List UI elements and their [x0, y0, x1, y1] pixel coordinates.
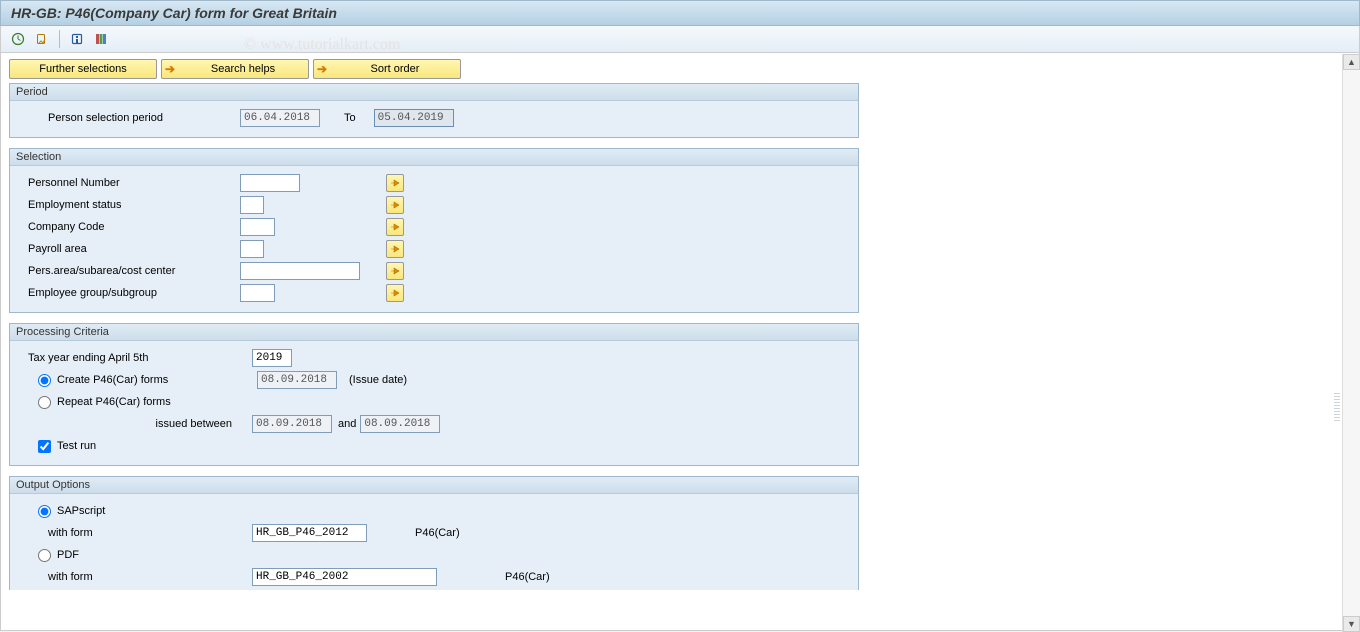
test-run-label: Test run: [57, 440, 96, 452]
period-heading: Period: [10, 84, 858, 101]
personnel-number-label: Personnel Number: [20, 177, 240, 189]
issue-date-label: (Issue date): [349, 374, 407, 386]
and-label: and: [338, 418, 356, 430]
processing-heading: Processing Criteria: [10, 324, 858, 341]
company-code-input[interactable]: [240, 218, 275, 236]
vertical-scrollbar[interactable]: ▲ ▼: [1342, 54, 1360, 632]
company-code-label: Company Code: [20, 221, 240, 233]
employee-group-label: Employee group/subgroup: [20, 287, 240, 299]
pers-area-label: Pers.area/subarea/cost center: [20, 265, 240, 277]
pdf-form-input[interactable]: [252, 568, 437, 586]
variant-icon[interactable]: [33, 30, 51, 48]
employment-status-input[interactable]: [240, 196, 264, 214]
repeat-p46-radio[interactable]: [38, 396, 51, 409]
sapscript-radio[interactable]: [38, 505, 51, 518]
issued-from-input[interactable]: [252, 415, 332, 433]
scroll-down-icon[interactable]: ▼: [1343, 616, 1360, 632]
option-buttons-row: Further selections ➔ Search helps ➔ Sort…: [9, 59, 1351, 79]
arrow-right-icon: ➔: [162, 62, 178, 76]
repeat-p46-label: Repeat P46(Car) forms: [57, 396, 171, 408]
issued-to-input[interactable]: [360, 415, 440, 433]
sort-order-button[interactable]: ➔ Sort order: [313, 59, 461, 79]
sapscript-form-input[interactable]: [252, 524, 367, 542]
sapscript-desc: P46(Car): [415, 527, 460, 539]
tax-year-label: Tax year ending April 5th: [20, 352, 240, 364]
payroll-area-input[interactable]: [240, 240, 264, 258]
person-selection-label: Person selection period: [20, 112, 240, 124]
period-to-label: To: [344, 112, 356, 124]
multi-select-button[interactable]: [386, 240, 404, 258]
output-heading: Output Options: [10, 477, 858, 494]
pdf-desc: P46(Car): [505, 571, 550, 583]
multi-select-button[interactable]: [386, 196, 404, 214]
personnel-number-input[interactable]: [240, 174, 300, 192]
employment-status-label: Employment status: [20, 199, 240, 211]
selection-group: Selection Personnel Number Employment st…: [9, 148, 859, 313]
arrow-right-icon: ➔: [314, 62, 330, 76]
test-run-checkbox[interactable]: [38, 440, 51, 453]
processing-group: Processing Criteria Tax year ending Apri…: [9, 323, 859, 466]
scroll-grip-icon[interactable]: [1334, 393, 1340, 423]
period-from-input[interactable]: [240, 109, 320, 127]
output-group: Output Options SAPscript with form P46(C…: [9, 476, 859, 590]
pdf-radio[interactable]: [38, 549, 51, 562]
search-helps-button[interactable]: ➔ Search helps: [161, 59, 309, 79]
multi-select-button[interactable]: [386, 174, 404, 192]
multi-select-button[interactable]: [386, 262, 404, 280]
issued-between-label: issued between: [140, 418, 240, 430]
scroll-up-icon[interactable]: ▲: [1343, 54, 1360, 70]
title-bar: HR-GB: P46(Company Car) form for Great B…: [0, 0, 1360, 26]
create-p46-radio[interactable]: [38, 374, 51, 387]
sapscript-label: SAPscript: [57, 505, 105, 517]
period-to-input[interactable]: [374, 109, 454, 127]
page-title: HR-GB: P46(Company Car) form for Great B…: [11, 5, 337, 21]
multi-select-button[interactable]: [386, 284, 404, 302]
layout-icon[interactable]: [92, 30, 110, 48]
pdf-label: PDF: [57, 549, 79, 561]
further-selections-button[interactable]: Further selections: [9, 59, 157, 79]
toolbar-separator: [59, 30, 60, 48]
create-date-input[interactable]: [257, 371, 337, 389]
period-group: Period Person selection period To: [9, 83, 859, 138]
multi-select-button[interactable]: [386, 218, 404, 236]
with-form-label-1: with form: [20, 527, 252, 539]
content-area: Further selections ➔ Search helps ➔ Sort…: [0, 53, 1360, 631]
execute-icon[interactable]: [9, 30, 27, 48]
payroll-area-label: Payroll area: [20, 243, 240, 255]
employee-group-input[interactable]: [240, 284, 275, 302]
pers-area-input[interactable]: [240, 262, 360, 280]
selection-heading: Selection: [10, 149, 858, 166]
app-toolbar: [0, 26, 1360, 53]
with-form-label-2: with form: [20, 571, 252, 583]
info-icon[interactable]: [68, 30, 86, 48]
tax-year-input[interactable]: [252, 349, 292, 367]
create-p46-label: Create P46(Car) forms: [57, 374, 257, 386]
